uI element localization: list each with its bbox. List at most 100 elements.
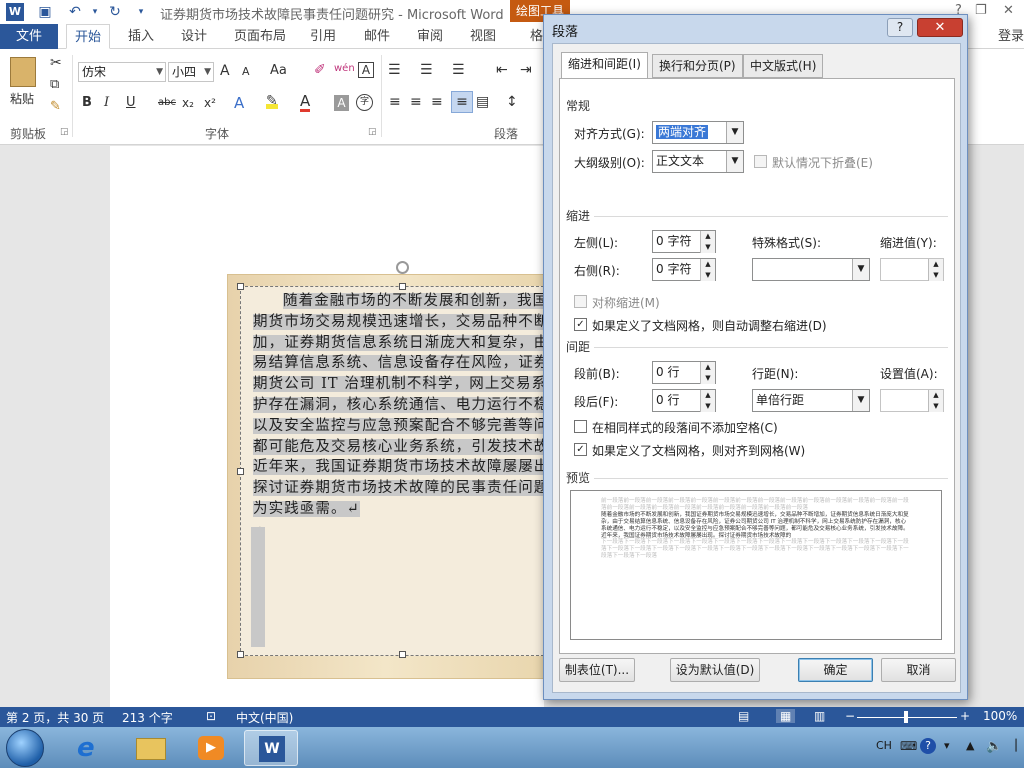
resize-handle[interactable]: [399, 283, 406, 290]
character-shading-button[interactable]: A: [334, 95, 349, 111]
increase-indent-icon[interactable]: ⇥: [520, 62, 532, 78]
underline-button[interactable]: U: [126, 95, 136, 110]
italic-button[interactable]: I: [104, 95, 109, 110]
left-indent-spinner[interactable]: 0 字符 ▲ ▼: [652, 230, 716, 253]
snap-to-grid-checkbox[interactable]: ✓: [574, 443, 587, 456]
text-effects-button[interactable]: A: [234, 94, 244, 112]
tabs-button[interactable]: 制表位(T)...: [559, 658, 635, 682]
paste-icon[interactable]: [10, 57, 36, 87]
restore-window-icon[interactable]: ❐: [975, 3, 987, 18]
grow-font-button[interactable]: A: [220, 63, 230, 79]
internet-explorer-taskbar-button[interactable]: e: [64, 730, 118, 766]
proofing-icon[interactable]: ⊡: [206, 709, 216, 723]
word-count[interactable]: 213 个字: [122, 709, 173, 726]
zoom-in-button[interactable]: +: [960, 709, 970, 723]
spin-down-icon[interactable]: ▼: [928, 401, 943, 412]
shrink-font-button[interactable]: A: [242, 65, 250, 78]
tab-references[interactable]: 引用: [302, 24, 344, 49]
enclose-characters-button[interactable]: 字: [356, 94, 373, 111]
web-layout-icon[interactable]: ▥: [814, 709, 825, 723]
selected-paragraph-text[interactable]: 随着金融市场的不断发展和创新，我国证券期货市场交易规模迅速增长，交易品种不断增加…: [253, 293, 581, 517]
bold-button[interactable]: B: [82, 95, 92, 110]
line-spacing-select[interactable]: 单倍行距 ▼: [752, 389, 870, 412]
login-link[interactable]: 登录: [998, 24, 1024, 49]
indent-by-spinner[interactable]: ▲ ▼: [880, 258, 944, 281]
bullets-icon[interactable]: ☰: [388, 62, 401, 78]
word-app-icon[interactable]: W: [6, 3, 24, 21]
change-case-button[interactable]: Aa: [270, 63, 287, 78]
line-spacing-icon[interactable]: ↕: [506, 94, 518, 110]
mirror-indents-checkbox[interactable]: [574, 295, 587, 308]
tab-line-and-page-breaks[interactable]: 换行和分页(P): [652, 54, 743, 78]
format-painter-icon[interactable]: ✎: [50, 99, 61, 114]
ime-indicator[interactable]: CH: [876, 739, 892, 752]
resize-handle[interactable]: [399, 651, 406, 658]
ok-button[interactable]: 确定: [798, 658, 873, 682]
space-before-spinner[interactable]: 0 行 ▲ ▼: [652, 361, 716, 384]
read-mode-icon[interactable]: ▤: [738, 709, 749, 723]
special-indent-select[interactable]: ▼: [752, 258, 870, 281]
paragraph-dialog[interactable]: 段落 ? ✕ 缩进和间距(I) 换行和分页(P) 中文版式(H) 常规 对齐方式…: [543, 14, 968, 700]
spin-up-icon[interactable]: ▲: [928, 259, 943, 270]
paste-button[interactable]: 粘贴: [10, 90, 34, 107]
tab-review[interactable]: 审阅: [409, 24, 451, 49]
set-default-button[interactable]: 设为默认值(D): [670, 658, 760, 682]
spin-down-icon[interactable]: ▼: [700, 270, 715, 281]
space-after-spinner[interactable]: 0 行 ▲ ▼: [652, 389, 716, 412]
no-space-same-style-checkbox[interactable]: [574, 420, 587, 433]
font-name-combo[interactable]: 仿宋 ▼: [78, 62, 166, 82]
font-launcher-icon[interactable]: ◲: [368, 127, 377, 137]
justify-icon[interactable]: ≡: [451, 91, 473, 113]
spin-up-icon[interactable]: ▲: [700, 259, 715, 270]
start-button-icon[interactable]: [6, 729, 44, 767]
align-right-icon[interactable]: ≡: [431, 94, 443, 110]
undo-dropdown-icon[interactable]: ▾: [86, 3, 104, 21]
media-player-taskbar-button[interactable]: ▶: [184, 730, 238, 766]
tray-options-icon[interactable]: ▾: [944, 739, 950, 752]
clipboard-launcher-icon[interactable]: ◲: [60, 127, 69, 137]
tab-insert[interactable]: 插入: [120, 24, 162, 49]
multilevel-list-icon[interactable]: ☰: [452, 62, 465, 78]
tab-design[interactable]: 设计: [173, 24, 215, 49]
highlight-color-icon[interactable]: ✎: [266, 93, 278, 109]
dialog-help-button[interactable]: ?: [887, 18, 913, 37]
rotate-handle-icon[interactable]: [396, 261, 409, 274]
cut-icon[interactable]: ✂: [50, 55, 62, 71]
outline-level-select[interactable]: 正文文本 ▼: [652, 150, 744, 173]
auto-adjust-right-indent-checkbox[interactable]: ✓: [574, 318, 587, 331]
right-indent-spinner[interactable]: 0 字符 ▲ ▼: [652, 258, 716, 281]
align-center-icon[interactable]: ≡: [410, 94, 422, 110]
tab-indents-and-spacing[interactable]: 缩进和间距(I): [561, 52, 648, 79]
customize-quick-access-icon[interactable]: ▾: [132, 3, 150, 21]
word-taskbar-button[interactable]: W: [244, 730, 298, 766]
resize-handle[interactable]: [237, 651, 244, 658]
spin-down-icon[interactable]: ▼: [700, 242, 715, 253]
distributed-icon[interactable]: ▤: [476, 94, 489, 110]
cancel-button[interactable]: 取消: [881, 658, 956, 682]
undo-icon[interactable]: ↶: [66, 3, 84, 21]
spacing-at-spinner[interactable]: ▲ ▼: [880, 389, 944, 412]
copy-icon[interactable]: ⧉: [50, 77, 59, 92]
print-layout-icon[interactable]: ▦: [776, 709, 796, 723]
superscript-button[interactable]: x²: [204, 96, 216, 110]
page-count[interactable]: 第 2 页，共 30 页: [6, 709, 104, 726]
zoom-out-button[interactable]: −: [845, 709, 855, 723]
spin-up-icon[interactable]: ▲: [928, 390, 943, 401]
resize-handle[interactable]: [237, 283, 244, 290]
tab-view[interactable]: 视图: [462, 24, 504, 49]
save-icon[interactable]: ▣: [36, 3, 54, 21]
spin-down-icon[interactable]: ▼: [700, 373, 715, 384]
spin-down-icon[interactable]: ▼: [928, 270, 943, 281]
keyboard-icon[interactable]: ⌨: [900, 739, 917, 753]
font-size-combo[interactable]: 小四 ▼: [168, 62, 214, 82]
spin-up-icon[interactable]: ▲: [700, 390, 715, 401]
decrease-indent-icon[interactable]: ⇤: [496, 62, 508, 78]
tab-page-layout[interactable]: 页面布局: [226, 24, 294, 49]
tab-home[interactable]: 开始: [66, 24, 111, 49]
tray-help-button[interactable]: ?: [920, 738, 936, 754]
phonetic-guide-button[interactable]: wén: [334, 63, 355, 74]
collapse-by-default-checkbox[interactable]: [754, 155, 767, 168]
character-border-button[interactable]: A: [358, 62, 374, 78]
tab-mailings[interactable]: 邮件: [356, 24, 398, 49]
close-window-icon[interactable]: ✕: [1003, 3, 1014, 18]
